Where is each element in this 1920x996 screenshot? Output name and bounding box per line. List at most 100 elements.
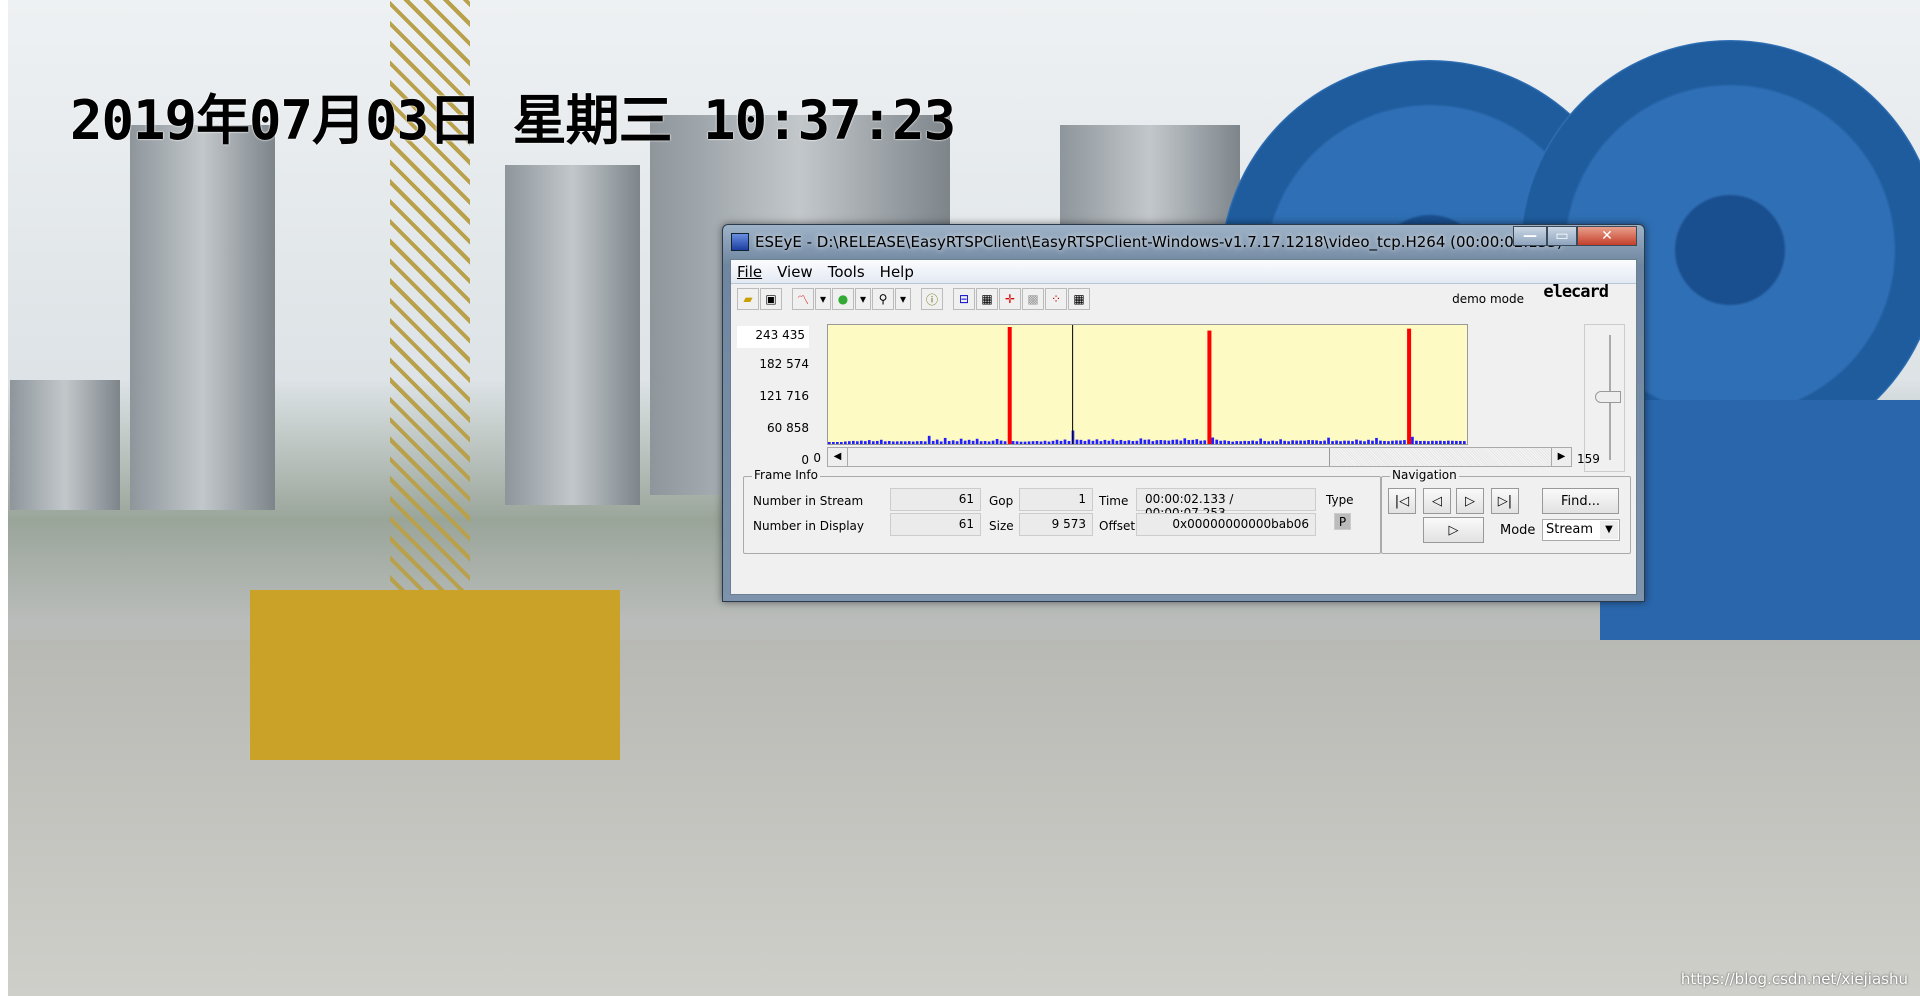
open-folder-icon[interactable]: ▰ [737, 288, 759, 310]
p-frame-bar [1103, 439, 1107, 444]
chevron-down-icon[interactable]: ▾ [855, 288, 871, 310]
p-frame-bar [1423, 440, 1426, 444]
zoom-icon[interactable]: ⚲ [872, 288, 894, 310]
p-frame-bar [1275, 441, 1278, 444]
menu-tools[interactable]: Tools [828, 263, 865, 281]
title-bar[interactable]: ESEyE - D:\RELEASE\EasyRTSPClient\EasyRT… [723, 225, 1644, 259]
scroll-left-button[interactable]: ◀ [828, 448, 848, 466]
p-frame-bar [859, 440, 863, 444]
menu-view[interactable]: View [777, 263, 813, 281]
frame-size-chart[interactable] [827, 324, 1468, 445]
p-frame-bar [1315, 440, 1318, 444]
slider-thumb[interactable] [1595, 391, 1621, 403]
p-frame-bar [1371, 440, 1374, 444]
p-frame-bar [835, 442, 839, 444]
p-frame-bar [1395, 440, 1398, 444]
p-frame-bar [1099, 441, 1103, 444]
scroll-thumb[interactable] [848, 448, 1330, 466]
menu-help[interactable]: Help [880, 263, 914, 281]
time-label: Time [1099, 494, 1129, 508]
scroll-right-button[interactable]: ▶ [1551, 448, 1571, 466]
p-frame-bar [983, 441, 987, 444]
find-button[interactable]: Find... [1542, 488, 1619, 514]
p-frame-bar [959, 438, 963, 444]
p-frame-bar [1047, 441, 1051, 444]
p-frame-bar [1439, 440, 1442, 444]
p-frame-bar [1231, 441, 1235, 444]
zoom-slider[interactable] [1584, 324, 1625, 472]
grid-bars-icon[interactable]: ▦ [976, 288, 998, 310]
p-frame-bar [1175, 439, 1179, 444]
play-button[interactable]: ▷ [1423, 517, 1484, 543]
tiles-icon[interactable]: ▩ [1022, 288, 1044, 310]
maximize-button[interactable]: ▭ [1547, 226, 1577, 246]
p-frame-bar [851, 440, 855, 444]
p-frame-bar [1455, 440, 1458, 444]
p-frame-bar [1355, 439, 1358, 444]
offset-label: Offset [1099, 519, 1136, 533]
p-frame-bar [907, 441, 911, 444]
p-frame-bar [967, 439, 971, 444]
p-frame-bar [931, 440, 935, 444]
chevron-down-icon[interactable]: ▾ [815, 288, 831, 310]
p-frame-bar [1359, 440, 1362, 444]
navigation-legend: Navigation [1390, 468, 1459, 482]
p-frame-bar [1327, 437, 1330, 444]
save-icon[interactable]: ▣ [760, 288, 782, 310]
axes-icon[interactable]: ✛ [999, 288, 1021, 310]
p-frame-bar [895, 441, 899, 444]
frame-scrollbar[interactable]: ◀ ▶ [827, 447, 1572, 467]
p-frame-bar [1123, 440, 1127, 444]
p-frame-bar [1083, 440, 1087, 444]
menu-file[interactable]: File [737, 263, 762, 281]
p-frame-bar [1179, 440, 1183, 444]
chevron-down-icon[interactable]: ▼ [1600, 521, 1618, 539]
chevron-down-icon[interactable]: ▾ [895, 288, 911, 310]
p-frame-bar [927, 435, 931, 444]
p-frame-bar [1387, 441, 1390, 444]
p-frame-bar [1043, 440, 1047, 444]
p-frame-bar [847, 441, 851, 444]
chart-icon[interactable]: 〽 [792, 288, 814, 310]
p-frame-bar [843, 441, 847, 444]
color-dots-icon[interactable]: ⁘ [1045, 288, 1067, 310]
close-button[interactable]: ✕ [1577, 226, 1637, 246]
last-frame-button[interactable]: ▷| [1491, 488, 1519, 514]
p-frame-bar [1255, 441, 1259, 444]
i-frame-bar [1407, 328, 1412, 444]
split-horizontal-icon[interactable]: ⊟ [953, 288, 975, 310]
gop-label: Gop [989, 494, 1014, 508]
offset-field: 0x00000000000bab06 [1136, 513, 1316, 536]
p-frame-bar [975, 438, 979, 444]
minimize-button[interactable]: — [1513, 226, 1547, 246]
p-frame-bar [1303, 440, 1306, 444]
p-frame-bar [1027, 441, 1031, 444]
p-frame-bar [1151, 441, 1155, 444]
p-frame-bar [1375, 437, 1378, 444]
mode-select[interactable]: Stream ▼ [1542, 519, 1620, 541]
info-icon[interactable]: ⓘ [921, 288, 943, 310]
p-frame-bar [1239, 441, 1243, 444]
color-wheel-icon[interactable]: ● [832, 288, 854, 310]
number-in-display-field: 61 [890, 513, 981, 536]
p-frame-bar [1347, 440, 1350, 444]
next-frame-button[interactable]: ▷ [1456, 488, 1484, 514]
mode-label: Mode [1500, 523, 1536, 538]
p-frame-bar [1335, 440, 1338, 444]
p-frame-bar [1279, 439, 1282, 444]
p-frame-bar [1299, 440, 1302, 444]
p-frame-bar [867, 440, 871, 444]
p-frame-bar [1291, 440, 1294, 444]
window-title: ESEyE - D:\RELEASE\EasyRTSPClient\EasyRT… [755, 233, 1563, 251]
p-frame-bar [1419, 440, 1422, 444]
i-frame-bar [1207, 330, 1212, 444]
toolbar: ▰ ▣ 〽 ▾ ● ▾ ⚲ ▾ ⓘ ⊟ ▦ ✛ ▩ ⁘ ▦ [737, 288, 1090, 310]
p-frame-bar [943, 437, 947, 444]
table-grid-icon[interactable]: ▦ [1068, 288, 1090, 310]
p-frame-bar [1111, 439, 1115, 444]
p-frame-bar [1107, 440, 1111, 444]
p-frame-bar [1447, 440, 1450, 444]
first-frame-button[interactable]: |◁ [1388, 488, 1416, 514]
i-frame-bar [1007, 327, 1012, 444]
previous-frame-button[interactable]: ◁ [1423, 488, 1451, 514]
